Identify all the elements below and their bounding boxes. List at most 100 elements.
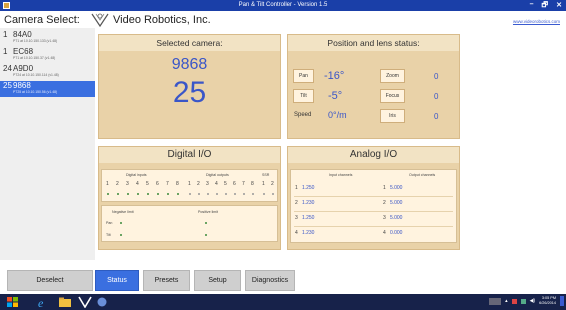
- tab-status[interactable]: Status: [95, 270, 139, 291]
- camera-list-item[interactable]: 24 A9D0 PT24 at 10.10.150.114 (v1.48): [0, 64, 95, 80]
- camera-name: EC68: [13, 47, 34, 56]
- camera-address: PT24 at 10.10.150.114 (v1.48): [13, 73, 59, 77]
- clock[interactable]: 3:05 PM 6/26/2014: [539, 296, 556, 306]
- bottom-button-bar: Deselect Status Presets Setup Diagnostic…: [0, 261, 566, 294]
- maximize-icon[interactable]: 🗗: [542, 1, 549, 12]
- ssr-label: SSR: [262, 173, 270, 177]
- minimize-icon[interactable]: –: [530, 1, 534, 12]
- window-title: Pan & Tilt Controller - Version 1.5: [238, 2, 328, 8]
- iris-value: 0: [434, 112, 439, 121]
- digital-input-indicator: [117, 193, 119, 195]
- window-controls: – 🗗 ✕: [530, 1, 562, 12]
- network-icon[interactable]: [520, 298, 526, 304]
- analog-channels-grid: Input channels Output channels 1 1.250 1…: [290, 169, 457, 243]
- digital-output-indicator: [225, 193, 227, 195]
- digital-input-number: 1: [106, 181, 109, 187]
- position-heading: Position and lens status:: [288, 35, 459, 51]
- negative-limit-label: Negative limit: [112, 210, 134, 214]
- keyboard-icon[interactable]: [489, 297, 502, 305]
- digital-input-indicator: [167, 193, 169, 195]
- close-icon[interactable]: ✕: [556, 1, 562, 12]
- iris-button[interactable]: Iris: [380, 109, 405, 123]
- windows-start-icon[interactable]: [6, 296, 20, 308]
- digital-output-number: 1: [188, 181, 191, 187]
- analog-io-panel: Analog I/O Input channels Output channel…: [287, 146, 460, 250]
- zoom-value: 0: [434, 72, 439, 81]
- camera-list: 1 84A0 PT1 at 10.10.150.133 (v1.48) 1 EC…: [0, 28, 95, 260]
- analog-input-row: 4 1.230: [295, 230, 315, 236]
- status-view: Selected camera: 9868 25 Position and le…: [95, 28, 566, 261]
- digital-output-indicator: [207, 193, 209, 195]
- digital-input-indicator: [177, 193, 179, 195]
- limit-indicator: [205, 234, 207, 236]
- selected-camera-heading: Selected camera:: [99, 35, 280, 51]
- digital-output-number: 7: [242, 181, 245, 187]
- row-divider: [294, 211, 453, 212]
- tab-presets[interactable]: Presets: [143, 270, 190, 291]
- digital-input-indicator: [157, 193, 159, 195]
- pan-value: -16°: [324, 70, 345, 82]
- show-desktop-button[interactable]: [560, 296, 564, 306]
- volume-icon[interactable]: ◀): [530, 298, 536, 304]
- analog-output-row: 1 5.000: [383, 185, 403, 191]
- internet-explorer-icon[interactable]: e: [36, 296, 50, 308]
- digital-output-number: 4: [215, 181, 218, 187]
- focus-button[interactable]: Focus: [380, 89, 405, 103]
- clock-date: 6/26/2014: [539, 301, 556, 305]
- digital-ssr-number: 2: [271, 181, 274, 187]
- camera-number: 1: [3, 47, 8, 56]
- digital-input-number: 3: [126, 181, 129, 187]
- limit-indicator: [120, 234, 122, 236]
- digital-output-indicator: [189, 193, 191, 195]
- digital-output-indicator: [198, 193, 200, 195]
- digital-input-indicator: [107, 193, 109, 195]
- digital-output-number: 5: [224, 181, 227, 187]
- speed-value: 0°/m: [328, 110, 347, 120]
- company-url-link[interactable]: www.videorobotics.com: [513, 19, 560, 24]
- camera-name: 9868: [13, 81, 31, 90]
- selected-camera-panel: Selected camera: 9868 25: [98, 34, 281, 139]
- limit-tilt-label: Tilt: [106, 233, 111, 237]
- speed-label: Speed: [294, 112, 312, 118]
- app-taskbar-icon[interactable]: [96, 296, 108, 308]
- security-icon[interactable]: [511, 298, 517, 304]
- digital-output-indicator: [234, 193, 236, 195]
- limit-indicator: [120, 222, 122, 224]
- analog-input-row: 1 1.250: [295, 185, 315, 191]
- limit-pan-label: Pan: [106, 221, 113, 225]
- tab-setup[interactable]: Setup: [194, 270, 241, 291]
- row-divider: [294, 196, 453, 197]
- selected-camera-number: 25: [172, 76, 207, 109]
- limit-indicator: [205, 222, 207, 224]
- digital-input-number: 8: [176, 181, 179, 187]
- deselect-button[interactable]: Deselect: [7, 270, 93, 291]
- camera-list-item-selected[interactable]: 25 9868 PT25 at 10.10.150.56 (v1.48): [0, 81, 95, 97]
- camera-select-label: Camera Select:: [4, 14, 80, 26]
- company-logo-icon: [91, 13, 109, 28]
- system-tray: ▴ ◀) 3:05 PM 6/26/2014: [489, 296, 564, 306]
- digital-output-indicator: [216, 193, 218, 195]
- digital-io-heading: Digital I/O: [99, 147, 280, 163]
- show-hidden-icons-icon[interactable]: ▴: [505, 298, 508, 304]
- camera-list-item[interactable]: 1 EC68 PT1 at 10.10.150.37 (v1.48): [0, 47, 95, 63]
- zoom-button[interactable]: Zoom: [380, 69, 405, 83]
- digital-io-grid: Digital inputs Digital outputs SSR 12345…: [101, 169, 278, 202]
- digital-inputs-label: Digital inputs: [126, 173, 147, 177]
- digital-input-number: 7: [166, 181, 169, 187]
- digital-input-indicator: [147, 193, 149, 195]
- digital-input-indicator: [127, 193, 129, 195]
- taskbar: e ▴ ◀) 3:05 PM 6/26/2014: [0, 294, 566, 310]
- selected-camera-name: 9868: [171, 56, 208, 73]
- pan-button[interactable]: Pan: [293, 69, 314, 83]
- analog-input-row: 2 1.230: [295, 200, 315, 206]
- pan-tilt-app-icon[interactable]: [78, 296, 92, 308]
- file-explorer-icon[interactable]: [58, 296, 72, 308]
- digital-input-number: 4: [136, 181, 139, 187]
- analog-input-label: Input channels: [329, 173, 353, 177]
- digital-output-number: 3: [206, 181, 209, 187]
- focus-value: 0: [434, 92, 439, 101]
- tab-diagnostics[interactable]: Diagnostics: [245, 270, 295, 291]
- tilt-button[interactable]: Tilt: [293, 89, 314, 103]
- digital-io-panel: Digital I/O Digital inputs Digital outpu…: [98, 146, 281, 250]
- camera-list-item[interactable]: 1 84A0 PT1 at 10.10.150.133 (v1.48): [0, 30, 95, 46]
